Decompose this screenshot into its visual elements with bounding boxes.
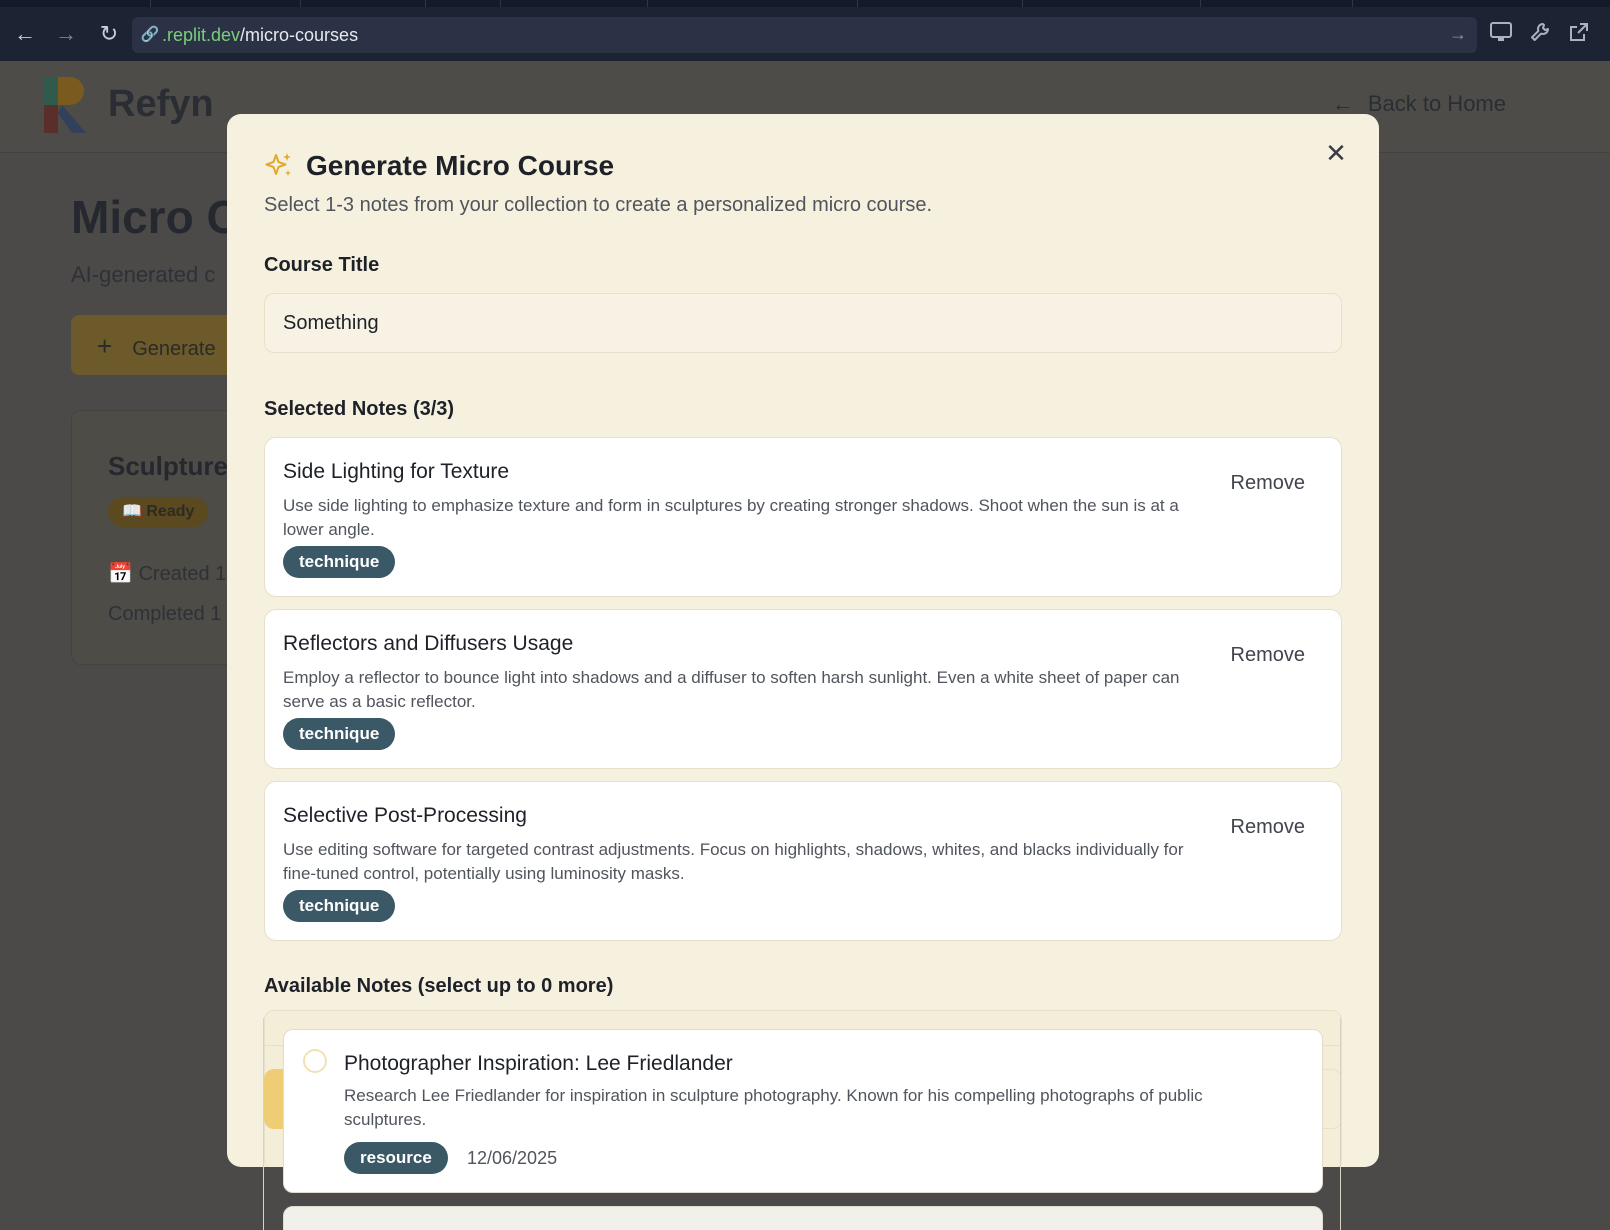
link-icon: 🔗 [140,26,160,43]
remove-note-button[interactable]: Remove [1231,644,1305,667]
selected-note-card: Reflectors and Diffusers Usage Employ a … [264,609,1342,769]
wrench-icon[interactable] [1527,21,1553,47]
generate-button-content: + Generate [97,331,216,362]
course-completed-date: Completed 1 [108,603,222,625]
note-tag: resource [344,1142,448,1174]
note-tag: technique [283,890,396,922]
external-link-icon[interactable] [1566,21,1592,47]
generate-course-dialog: Generate Micro Course Select 1-3 notes f… [227,114,1379,1167]
page-title: Micro C [71,191,240,243]
remove-note-button[interactable]: Remove [1231,816,1305,839]
note-title: Photographer Inspiration: Lee Friedlande… [344,1052,733,1075]
address-bar[interactable]: 🔗 .replit.dev/micro-courses → [132,17,1477,53]
forward-arrow-icon[interactable]: → [52,20,80,48]
note-date: 12/06/2025 [467,1148,558,1168]
dialog-title: Generate Micro Course [306,150,615,181]
arrow-left-icon: ← [1331,91,1354,116]
close-icon[interactable]: ✕ [1321,138,1351,168]
status-badge-label: Ready [146,503,195,520]
note-title: Reflectors and Diffusers Usage [283,632,574,655]
note-select-radio[interactable] [303,1049,327,1073]
note-tag: technique [283,546,396,578]
selected-notes-label: Selected Notes (3/3) [264,398,455,420]
available-note-item[interactable] [283,1206,1323,1230]
note-title: Side Lighting for Texture [283,460,510,483]
back-arrow-icon[interactable]: ← [11,20,39,48]
plus-icon: + [97,331,113,361]
note-title: Selective Post-Processing [283,804,527,827]
brand-name: Refyn [108,83,214,125]
course-title-label: Course Title [264,254,380,276]
refyn-logo-icon [44,77,86,133]
note-body: Research Lee Friedlander for inspiration… [344,1086,1203,1129]
url-host: .replit.dev [162,25,241,45]
course-created-date: 📅 Created 1 [108,561,226,586]
sparkle-icon [265,153,291,176]
selected-note-card: Selective Post-Processing Use editing so… [264,781,1342,941]
url-text: .replit.dev/micro-courses [162,25,358,46]
calendar-icon: 📅 [108,563,139,585]
generate-button-label: Generate [132,338,216,360]
note-body: Use side lighting to emphasize texture a… [283,496,1179,539]
course-card-title: Sculpture [108,451,228,481]
course-created-label: Created 1 [138,563,227,585]
browser-toolbar: ← → ↻ 🔗 .replit.dev/micro-courses → [0,0,1610,61]
book-icon: 📖 [122,503,147,520]
note-tag: technique [283,718,396,750]
available-note-item[interactable]: Photographer Inspiration: Lee Friedlande… [283,1029,1323,1193]
url-path: /micro-courses [240,25,359,45]
selected-note-card: Side Lighting for Texture Use side light… [264,437,1342,597]
course-title-input[interactable] [264,293,1342,353]
page-subtitle: AI-generated c [71,262,216,287]
back-to-home-label: Back to Home [1367,91,1506,116]
dialog-description: Select 1-3 notes from your collection to… [264,194,933,216]
monitor-icon[interactable] [1488,21,1514,47]
note-body: Employ a reflector to bounce light into … [283,668,1180,711]
available-notes-label: Available Notes (select up to 0 more) [264,975,614,997]
reload-icon[interactable]: ↻ [95,20,123,48]
note-body: Use editing software for targeted contra… [283,840,1184,883]
go-arrow-icon[interactable]: → [1449,24,1467,45]
status-badge: 📖 Ready [108,497,209,527]
remove-note-button[interactable]: Remove [1231,472,1305,495]
tab-strip [0,0,1610,7]
